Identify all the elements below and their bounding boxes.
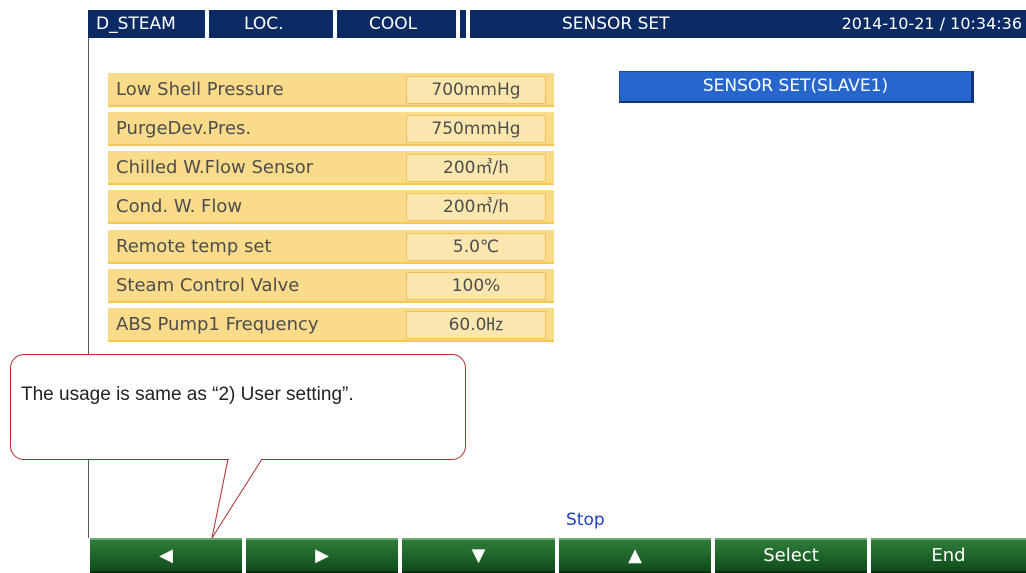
left-button[interactable]: ◀ bbox=[90, 538, 242, 573]
down-button[interactable]: ▼ bbox=[402, 538, 555, 573]
select-button[interactable]: Select bbox=[715, 538, 867, 573]
status-text: Stop bbox=[566, 510, 605, 530]
left-arrow-icon: ◀ bbox=[159, 545, 173, 566]
callout-text: The usage is same as “2) User setting”. bbox=[21, 384, 354, 405]
end-button-label: End bbox=[931, 545, 966, 566]
right-arrow-icon: ▶ bbox=[315, 545, 329, 566]
end-button[interactable]: End bbox=[871, 538, 1026, 573]
up-arrow-icon: ▲ bbox=[628, 545, 642, 566]
select-button-label: Select bbox=[763, 545, 819, 566]
callout-pointer-gap bbox=[229, 458, 261, 460]
down-arrow-icon: ▼ bbox=[471, 545, 486, 566]
up-button[interactable]: ▲ bbox=[559, 538, 711, 573]
right-button[interactable]: ▶ bbox=[246, 538, 398, 573]
